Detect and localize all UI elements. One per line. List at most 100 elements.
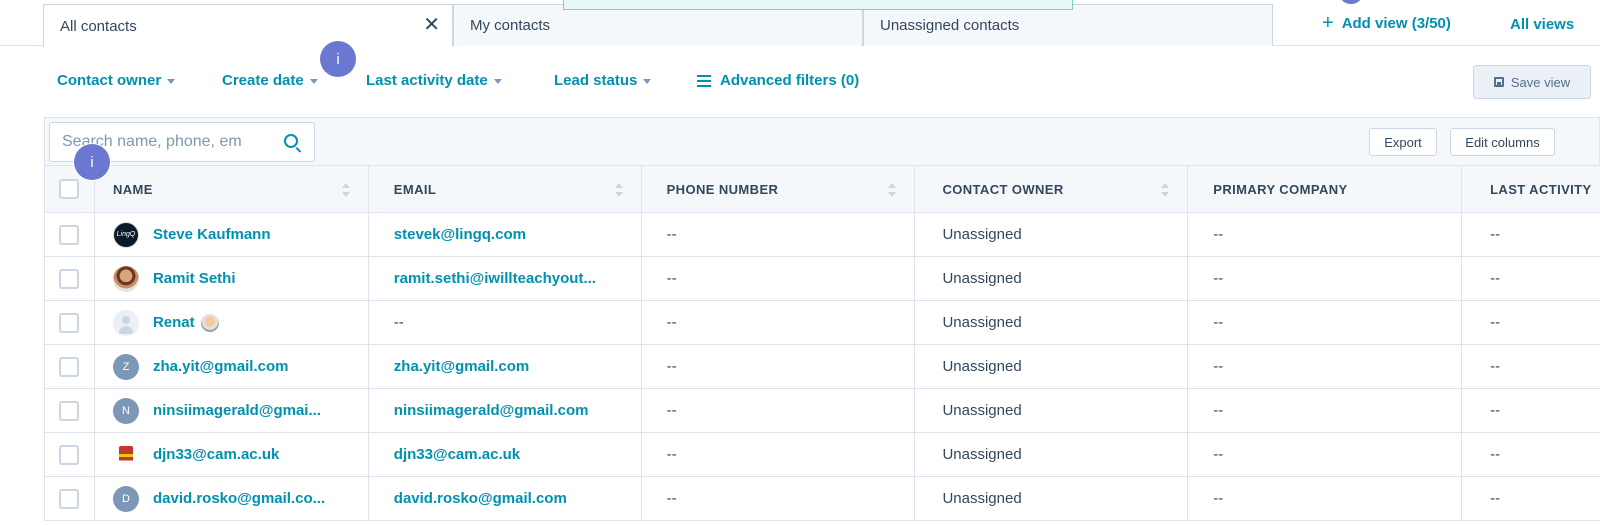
column-header-company[interactable]: PRIMARY COMPANY bbox=[1188, 166, 1463, 212]
plus-icon: + bbox=[1322, 12, 1334, 34]
avatar: D bbox=[112, 485, 139, 512]
contact-name-link[interactable]: Renat bbox=[153, 314, 195, 331]
contact-name-link[interactable]: djn33@cam.ac.uk bbox=[153, 446, 279, 463]
table-row: Nninsiimagerald@gmai... ninsiimagerald@g… bbox=[45, 389, 1600, 433]
filter-label: Contact owner bbox=[57, 72, 162, 89]
email-link[interactable]: stevek@lingq.com bbox=[394, 226, 526, 243]
phone-cell: -- bbox=[642, 301, 916, 344]
edit-columns-button[interactable]: Edit columns bbox=[1450, 128, 1555, 156]
sort-icon[interactable] bbox=[341, 183, 350, 199]
table-row: Ramit Sethi ramit.sethi@iwillteachyout..… bbox=[45, 257, 1600, 301]
column-header-email[interactable]: EMAIL bbox=[369, 166, 642, 212]
row-checkbox[interactable] bbox=[59, 400, 79, 421]
email-cell: ramit.sethi@iwillteachyout... bbox=[369, 257, 642, 300]
info-badge-partial bbox=[1340, 0, 1362, 4]
contact-name-link[interactable]: zha.yit@gmail.com bbox=[153, 358, 289, 375]
column-label: LAST ACTIVITY bbox=[1490, 181, 1592, 197]
column-header-owner[interactable]: CONTACT OWNER bbox=[915, 166, 1189, 212]
company-cell: -- bbox=[1188, 477, 1463, 520]
contact-name-link[interactable]: Ramit Sethi bbox=[153, 270, 236, 287]
contacts-table: NAME EMAIL PHONE NUMBER CONTACT OWNER PR… bbox=[44, 165, 1600, 521]
column-label: CONTACT OWNER bbox=[942, 181, 1064, 197]
caret-down-icon bbox=[167, 79, 176, 84]
all-views-link[interactable]: All views bbox=[1510, 16, 1574, 33]
last-activity-cell: -- bbox=[1490, 314, 1501, 331]
row-checkbox-cell bbox=[45, 213, 95, 256]
contact-owner-filter[interactable]: Contact owner bbox=[57, 72, 176, 89]
table-toolbar: Export Edit columns bbox=[44, 117, 1600, 165]
info-badge[interactable]: i bbox=[74, 144, 110, 180]
last-activity-cell: -- bbox=[1490, 402, 1501, 419]
add-view-button[interactable]: + Add view (3/50) bbox=[1322, 12, 1451, 34]
column-header-phone[interactable]: PHONE NUMBER bbox=[642, 166, 916, 212]
row-checkbox-cell bbox=[45, 345, 95, 388]
sort-icon[interactable] bbox=[614, 183, 623, 199]
phone-cell: -- bbox=[642, 257, 916, 300]
save-view-button[interactable]: Save view bbox=[1473, 65, 1591, 99]
drag-highlight bbox=[563, 0, 1073, 10]
row-checkbox[interactable] bbox=[59, 444, 79, 465]
email-cell: ninsiimagerald@gmail.com bbox=[369, 389, 642, 432]
owner-cell[interactable]: Unassigned bbox=[915, 477, 1189, 520]
tab-unassigned-contacts[interactable]: Unassigned contacts bbox=[863, 4, 1273, 46]
email-link[interactable]: zha.yit@gmail.com bbox=[394, 358, 530, 375]
owner-cell[interactable]: Unassigned bbox=[915, 213, 1189, 256]
tab-all-contacts[interactable]: All contacts ✕ bbox=[43, 4, 453, 47]
university-crest-icon bbox=[118, 445, 133, 464]
column-header-last-activity[interactable]: LAST ACTIVITY bbox=[1462, 166, 1600, 212]
last-activity-cell: -- bbox=[1490, 446, 1501, 463]
row-checkbox[interactable] bbox=[59, 356, 79, 377]
tab-label: All contacts bbox=[60, 17, 137, 35]
last-activity-date-filter[interactable]: Last activity date bbox=[366, 72, 502, 89]
export-button[interactable]: Export bbox=[1369, 128, 1437, 156]
owner-cell[interactable]: Unassigned bbox=[915, 433, 1189, 476]
row-checkbox[interactable] bbox=[59, 312, 79, 333]
lead-status-filter[interactable]: Lead status bbox=[554, 72, 652, 89]
add-view-label: Add view (3/50) bbox=[1341, 14, 1451, 32]
select-all-checkbox[interactable] bbox=[59, 179, 79, 199]
owner-cell[interactable]: Unassigned bbox=[915, 257, 1189, 300]
name-cell: Nninsiimagerald@gmai... bbox=[95, 389, 369, 432]
email-cell: -- bbox=[369, 301, 642, 344]
phone-cell: -- bbox=[642, 477, 916, 520]
email-cell: david.rosko@gmail.com bbox=[369, 477, 642, 520]
last-activity-cell: -- bbox=[1490, 358, 1501, 375]
email-link[interactable]: david.rosko@gmail.com bbox=[394, 490, 567, 507]
astronaut-emoji-icon bbox=[200, 313, 219, 332]
view-tabs: All contacts ✕ My contacts Unassigned co… bbox=[0, 0, 1600, 47]
phone-cell: -- bbox=[642, 345, 916, 388]
last-activity-cell: -- bbox=[1490, 490, 1501, 507]
column-header-name[interactable]: NAME bbox=[95, 166, 369, 212]
email-cell: djn33@cam.ac.uk bbox=[369, 433, 642, 476]
company-cell: -- bbox=[1188, 301, 1463, 344]
contact-name-link[interactable]: david.rosko@gmail.co... bbox=[153, 490, 325, 507]
owner-cell[interactable]: Unassigned bbox=[915, 389, 1189, 432]
sort-icon[interactable] bbox=[888, 183, 897, 199]
column-label: PRIMARY COMPANY bbox=[1213, 181, 1348, 197]
email-link[interactable]: djn33@cam.ac.uk bbox=[394, 446, 520, 463]
sort-icon[interactable] bbox=[1161, 183, 1170, 199]
contact-name-link[interactable]: Steve Kaufmann bbox=[153, 226, 271, 243]
email-link[interactable]: ninsiimagerald@gmail.com bbox=[394, 402, 589, 419]
close-icon[interactable]: ✕ bbox=[423, 15, 440, 35]
tab-label: My contacts bbox=[470, 17, 551, 34]
caret-down-icon bbox=[493, 79, 502, 84]
tab-my-contacts[interactable]: My contacts bbox=[453, 4, 863, 46]
info-badge[interactable]: i bbox=[320, 41, 356, 77]
create-date-filter[interactable]: Create date bbox=[222, 72, 318, 89]
column-label: EMAIL bbox=[393, 181, 437, 197]
advanced-filters-button[interactable]: Advanced filters (0) bbox=[697, 72, 859, 89]
row-checkbox-cell bbox=[45, 301, 95, 344]
row-checkbox[interactable] bbox=[59, 224, 79, 245]
last-activity-cell: -- bbox=[1490, 226, 1501, 243]
phone-cell: -- bbox=[642, 213, 916, 256]
caret-down-icon bbox=[643, 79, 652, 84]
row-checkbox-cell bbox=[45, 477, 95, 520]
row-checkbox[interactable] bbox=[59, 488, 79, 509]
owner-cell[interactable]: Unassigned bbox=[915, 301, 1189, 344]
email-link[interactable]: ramit.sethi@iwillteachyout... bbox=[394, 270, 596, 287]
contact-name-link[interactable]: ninsiimagerald@gmai... bbox=[153, 402, 321, 419]
owner-cell[interactable]: Unassigned bbox=[915, 345, 1189, 388]
search-icon[interactable] bbox=[284, 134, 298, 148]
row-checkbox[interactable] bbox=[59, 268, 79, 289]
